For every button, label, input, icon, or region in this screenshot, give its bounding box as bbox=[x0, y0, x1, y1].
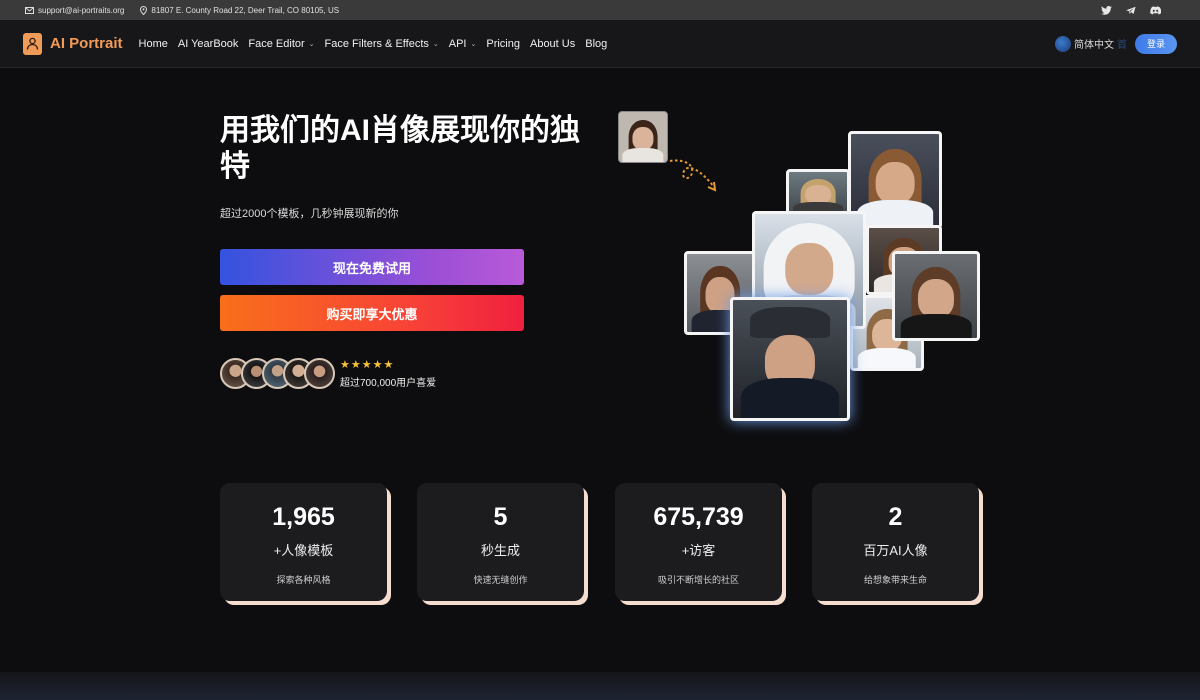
chevron-down-icon: ⌄ bbox=[432, 40, 439, 48]
rating-stars: ★ ★ ★ ★ ★ bbox=[340, 360, 436, 371]
stat-number: 5 bbox=[493, 503, 508, 531]
stat-card: 5 秒生成快速无缝创作 bbox=[417, 483, 584, 601]
chevron-down-icon: ⌄ bbox=[470, 40, 477, 48]
top-info-bar: support@ai-portraits.org 81807 E. County… bbox=[0, 0, 1200, 20]
stat-label: 秒生成 bbox=[480, 543, 520, 558]
nav-item-about-us[interactable]: About Us bbox=[530, 38, 575, 50]
nav-item-label: Face Filters & Effects bbox=[324, 37, 429, 50]
language-label-ghost: 首 bbox=[1116, 40, 1127, 51]
star-icon: ★ bbox=[372, 359, 383, 371]
nav-item-pricing[interactable]: Pricing bbox=[486, 38, 520, 50]
nav-item-blog[interactable]: Blog bbox=[585, 38, 607, 50]
section-divider bbox=[0, 672, 1200, 700]
source-photo bbox=[618, 111, 668, 163]
nav-item-face-editor[interactable]: Face Editor ⌄ bbox=[248, 38, 314, 50]
logo-text: AI Portrait bbox=[50, 35, 123, 52]
language-label: 简体中文 bbox=[1073, 40, 1114, 51]
portrait-logo-icon bbox=[23, 32, 42, 55]
nav-item-label: Pricing bbox=[486, 37, 520, 50]
site-logo[interactable]: AI Portrait bbox=[23, 32, 123, 55]
login-button[interactable]: 登录 bbox=[1134, 33, 1177, 54]
portrait-thumbnail bbox=[892, 251, 980, 341]
stat-label: +人像模板 bbox=[273, 543, 334, 558]
nav-menu: Home AI YearBook Face Editor ⌄ Face Filters … bbox=[139, 38, 608, 50]
stat-card: 2 百万AI人像给想象带来生命 bbox=[812, 483, 979, 601]
mail-icon bbox=[25, 6, 34, 14]
stat-card: 675,739 +访客吸引不断增长的社区 bbox=[615, 483, 782, 601]
portrait-collage bbox=[610, 105, 990, 435]
email-info[interactable]: support@ai-portraits.org bbox=[25, 6, 124, 15]
rating-text: 超过700,000用户喜爱 bbox=[340, 378, 437, 389]
main-navbar: AI Portrait Home AI YearBook Face Editor ⌄ F… bbox=[0, 20, 1200, 68]
buy-discount-button[interactable]: 购买即享大优惠 bbox=[220, 295, 524, 331]
star-icon: ★ bbox=[340, 359, 350, 371]
dotted-arrow-icon bbox=[669, 159, 717, 192]
star-icon: ★ bbox=[383, 359, 394, 371]
email-text: support@ai-portraits.org bbox=[38, 5, 125, 15]
telegram-icon[interactable] bbox=[1126, 6, 1136, 15]
nav-item-label: Blog bbox=[585, 37, 608, 50]
chevron-down-icon: ⌄ bbox=[308, 40, 315, 48]
stat-description: 探索各种风格 bbox=[276, 575, 331, 585]
hero-title: 用我们的AI肖像展现你的独特 bbox=[220, 114, 580, 183]
stat-number: 2 bbox=[888, 503, 903, 531]
hero-subtitle: 超过2000个模板，几秒钟展现新的你 bbox=[220, 208, 399, 220]
address-text: 81807 E. County Road 22, Deer Trail, CO … bbox=[151, 5, 340, 15]
nav-right: 简体中文 首 登录 bbox=[1054, 33, 1177, 54]
nav-item-label: About Us bbox=[529, 37, 576, 50]
free-trial-button[interactable]: 现在免费试用 bbox=[220, 249, 524, 285]
nav-item-api[interactable]: API ⌄ bbox=[449, 38, 477, 50]
discord-icon[interactable] bbox=[1150, 5, 1161, 15]
twitter-icon[interactable] bbox=[1101, 5, 1112, 15]
nav-item-label: Face Editor bbox=[248, 37, 305, 50]
language-selector[interactable]: 简体中文 首 bbox=[1054, 35, 1127, 52]
featured-portrait bbox=[730, 297, 850, 421]
stat-description: 快速无缝创作 bbox=[473, 575, 528, 585]
nav-item-label: API bbox=[448, 37, 467, 50]
portrait-thumbnail bbox=[786, 169, 850, 217]
social-links bbox=[1101, 5, 1161, 15]
address-info: 81807 E. County Road 22, Deer Trail, CO … bbox=[140, 5, 340, 15]
nav-item-ai-yearbook[interactable]: AI YearBook bbox=[178, 38, 239, 50]
stat-number: 1,965 bbox=[272, 503, 335, 531]
nav-item-label: Home bbox=[138, 37, 168, 50]
stat-number: 675,739 bbox=[653, 503, 744, 531]
stat-label: +访客 bbox=[681, 543, 716, 558]
stat-description: 吸引不断增长的社区 bbox=[657, 575, 739, 585]
location-pin-icon bbox=[140, 5, 148, 15]
stat-card: 1,965 +人像模板探索各种风格 bbox=[220, 483, 387, 601]
nav-item-home[interactable]: Home bbox=[139, 38, 168, 50]
stat-label: 百万AI人像 bbox=[863, 543, 928, 558]
star-icon: ★ bbox=[361, 359, 372, 371]
avatar bbox=[304, 358, 335, 389]
nav-item-label: AI YearBook bbox=[177, 37, 239, 50]
user-rating: ★ ★ ★ ★ ★ 超过700,000用户喜爱 bbox=[340, 360, 437, 390]
stat-description: 给想象带来生命 bbox=[863, 575, 927, 585]
star-icon: ★ bbox=[350, 359, 361, 371]
globe-icon bbox=[1054, 35, 1071, 52]
nav-item-face-filters-effects[interactable]: Face Filters & Effects ⌄ bbox=[325, 38, 439, 50]
user-avatars bbox=[220, 358, 335, 389]
